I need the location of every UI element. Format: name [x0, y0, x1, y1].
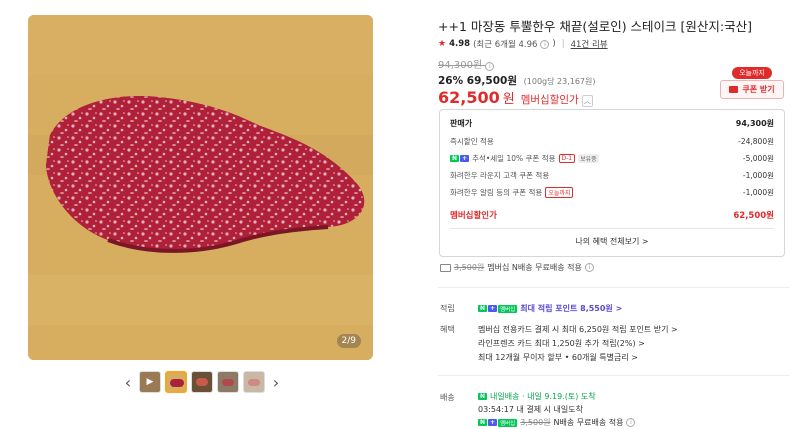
today-only-badge: 오늘까지	[732, 67, 772, 79]
points-label: 적립	[440, 304, 455, 313]
image-counter: 2/9	[336, 334, 361, 348]
member-price-label: 멤버십할인가	[520, 94, 579, 106]
delivery-fee-text: N배송 무료배송 적용	[553, 418, 624, 427]
info-icon[interactable]: i	[540, 39, 550, 49]
perk-line-friends-card[interactable]: 라인프렌즈 카드 최대 1,250원 추가 적립(2%) >	[478, 338, 645, 349]
perk-line-card[interactable]: 멤버십 전용카드 결제 시 최대 6,250원 적립 포인트 받기 >	[478, 324, 678, 335]
member-price-won: 원	[502, 92, 515, 107]
chevron-right-icon[interactable]: ›	[269, 373, 283, 392]
divider	[438, 287, 790, 288]
member-price: 62,500	[438, 88, 500, 107]
rating-note-end: )	[552, 39, 556, 49]
info-icon[interactable]: i	[626, 418, 636, 427]
main-product-image[interactable]: 2/9	[28, 15, 373, 360]
delivery-fee-row: N + 멤버십 3,500원 N배송 무료배송 적용 i	[478, 417, 636, 428]
truck-icon	[440, 263, 451, 272]
shipping-fee: 3,500원	[454, 263, 485, 272]
owned-tag: 보유중	[578, 154, 599, 163]
member-price-row[interactable]: 62,500 원 멤버십할인가 ︿	[438, 88, 593, 107]
coupon-icon	[729, 86, 739, 93]
delivery-label: 배송	[440, 393, 455, 402]
today-only-tag: 오늘까지	[545, 187, 574, 198]
breakdown-row-member-price: 멤버십할인가 62,500원	[450, 211, 774, 221]
thumbnail-steak-cooked[interactable]	[191, 371, 213, 393]
n-delivery-badge: N	[478, 393, 488, 400]
shipping-row: 3,500원 멤버십 N배송 무료배송 적용 i	[440, 262, 594, 273]
unit-price: (100g당 23,167원)	[523, 77, 596, 86]
rating-score: 4.98	[449, 39, 471, 49]
rating-row: ★ 4.98 (최근 6개월 4.96 i ) | 41건 리뷰	[438, 38, 608, 50]
perks-label: 혜택	[440, 325, 455, 334]
thumbnail-steak-slices[interactable]	[243, 371, 265, 393]
play-icon: ▶	[146, 377, 154, 387]
coupon-area: 오늘까지 쿠폰 받기	[720, 67, 784, 99]
thumbnail-steak-board[interactable]	[165, 371, 187, 393]
breakdown-row-lounge-coupon: 화려한우 라운지 고객 쿠폰 적용 -1,000원	[450, 171, 774, 180]
max-points-text: 최대 적립 포인트 8,550원 >	[520, 304, 623, 313]
view-all-benefits-link[interactable]: 나의 혜택 전체보기 >	[440, 236, 784, 247]
info-icon[interactable]: i	[485, 62, 495, 71]
sale-percent: 26%	[438, 75, 464, 87]
divider: |	[561, 39, 565, 49]
delivery-deadline: 03:54:17 내 결제 시 내일도착	[478, 405, 583, 414]
thumbnail-steak-plate[interactable]	[217, 371, 239, 393]
product-title: ++1 마장동 투뿔한우 채끝(설로인) 스테이크 [원산지:국산]	[438, 19, 752, 34]
divider	[438, 375, 790, 376]
perk-line-installment[interactable]: 최대 12개월 무이자 할부 • 60개월 특별금리 >	[478, 352, 638, 363]
rating-note: (최근 6개월 4.96	[473, 40, 538, 50]
info-icon[interactable]: i	[584, 263, 594, 272]
divider	[450, 228, 774, 229]
price-breakdown-box: 판매가 94,300원 즉시할인 적용 -24,800원 N + 추석•세일 10…	[439, 109, 785, 257]
sale-price-row: 26% 69,500원 (100g당 23,167원)	[438, 73, 596, 88]
get-coupon-button[interactable]: 쿠폰 받기	[720, 80, 784, 99]
breakdown-row-instant-discount: 즉시할인 적용 -24,800원	[450, 137, 774, 146]
original-price: 94,300원	[438, 60, 483, 71]
npay-membership-badge: N + 멤버십	[478, 304, 518, 313]
thumbnail-strip: ‹ ▶ ›	[121, 370, 283, 394]
npay-membership-badge: N + 멤버십	[478, 418, 518, 427]
d-day-tag: D-1	[558, 154, 576, 163]
get-coupon-label: 쿠폰 받기	[742, 85, 775, 94]
chevron-up-icon[interactable]: ︿	[581, 95, 593, 107]
star-icon: ★	[438, 39, 447, 49]
delivery-arrival: N 내일배송 · 내일 9.19.(토) 도착	[478, 392, 596, 401]
points-row[interactable]: N + 멤버십 최대 적립 포인트 8,550원 >	[478, 303, 622, 314]
shipping-text: 멤버십 N배송 무료배송 적용	[487, 263, 582, 272]
delivery-fee: 3,500원	[520, 418, 551, 427]
breakdown-row-price: 판매가 94,300원	[450, 119, 774, 128]
chevron-left-icon[interactable]: ‹	[121, 373, 135, 392]
thumbnail-video[interactable]: ▶	[139, 371, 161, 393]
sale-price: 69,500원	[466, 75, 517, 87]
npay-plus-badge: N +	[450, 155, 470, 162]
breakdown-row-chuseok-coupon: N + 추석•세일 10% 쿠폰 적용 D-1 보유중 -5,000원	[450, 154, 774, 163]
original-price-row: 94,300원 i	[438, 56, 495, 71]
breakdown-row-alert-coupon: 화려한우 알림 등의 쿠폰 적용 오늘까지 -1,000원	[450, 187, 774, 198]
review-count-link[interactable]: 41건 리뷰	[571, 38, 608, 50]
